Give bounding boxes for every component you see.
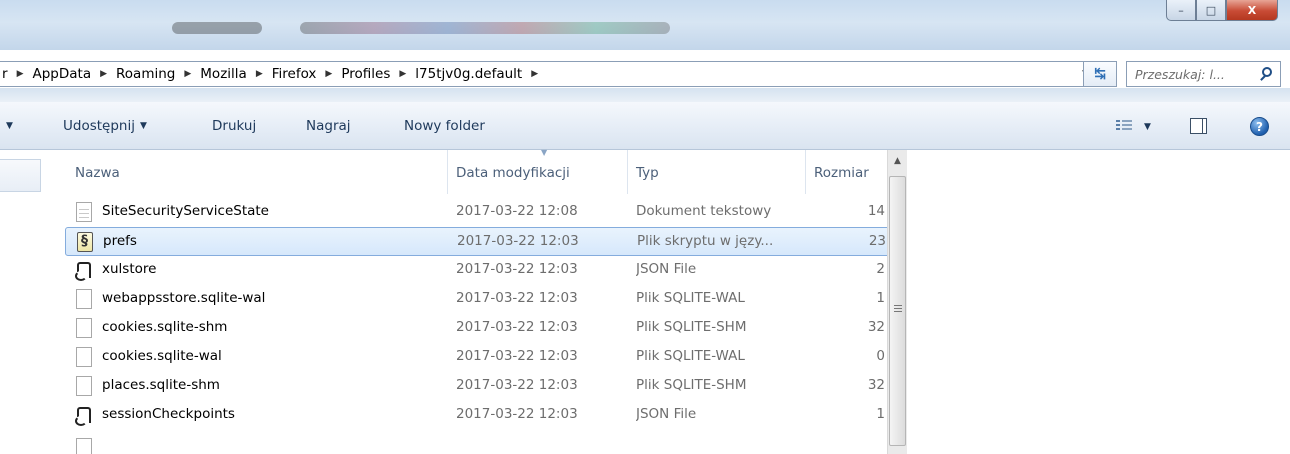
file-size: 23	[868, 233, 886, 249]
text-document-icon	[76, 202, 92, 222]
file-type: JSON File	[636, 406, 697, 422]
refresh-button[interactable]: ↹	[1083, 61, 1117, 87]
file-type: Plik skryptu w języ...	[637, 233, 774, 249]
window-controls: – □ X	[1166, 0, 1278, 22]
file-type: Plik SQLITE-SHM	[636, 377, 747, 393]
grip-icon	[894, 305, 902, 313]
breadcrumb-truncated[interactable]: r	[2, 66, 8, 82]
print-button[interactable]: Drukuj	[212, 118, 256, 134]
file-name: prefs	[103, 233, 137, 249]
preview-pane-icon[interactable]	[1190, 118, 1207, 134]
column-divider[interactable]	[805, 150, 806, 194]
glass-blur	[172, 22, 262, 34]
help-icon[interactable]: ?	[1250, 117, 1269, 136]
breadcrumb-roaming[interactable]: Roaming	[116, 66, 175, 82]
breadcrumb-separator-icon[interactable]: ▶	[184, 69, 191, 79]
share-button[interactable]: Udostępnij ▼	[63, 118, 147, 134]
command-bar: ▼ Udostępnij ▼ Drukuj Nagraj Nowy folder …	[0, 102, 1290, 150]
file-size: 1	[876, 290, 885, 306]
file-date: 2017-03-22 12:03	[456, 348, 578, 364]
organize-dropdown-icon[interactable]: ▼	[6, 121, 13, 131]
breadcrumb-firefox[interactable]: Firefox	[272, 66, 317, 82]
breadcrumb-separator-icon[interactable]: ▶	[325, 69, 332, 79]
navigation-strip	[0, 88, 1290, 102]
breadcrumb-appdata[interactable]: AppData	[32, 66, 91, 82]
breadcrumb-mozilla[interactable]: Mozilla	[200, 66, 247, 82]
file-size: 2	[876, 261, 885, 277]
blank-file-icon	[76, 376, 92, 396]
file-size: 0	[876, 348, 885, 364]
breadcrumb-profile-folder[interactable]: l75tjv0g.default	[415, 66, 522, 82]
breadcrumb-separator-icon[interactable]: ▶	[399, 69, 406, 79]
file-size: 1	[876, 406, 885, 422]
file-type: Plik SQLITE-SHM	[636, 319, 747, 335]
title-bar: – □ X	[0, 0, 1290, 50]
file-row[interactable]: cookies.sqlite-wal 2017-03-22 12:03 Plik…	[65, 343, 891, 372]
breadcrumb-separator-icon[interactable]: ▶	[531, 69, 538, 79]
file-size: 32	[867, 319, 885, 335]
file-date: 2017-03-22 12:03	[456, 290, 578, 306]
file-date: 2017-03-22 12:03	[456, 377, 578, 393]
file-type: Plik SQLITE-WAL	[636, 348, 745, 364]
share-label: Udostępnij	[63, 118, 135, 134]
file-date: 2017-03-22 12:08	[456, 203, 578, 219]
breadcrumb-separator-icon[interactable]: ▶	[100, 69, 107, 79]
file-type: Dokument tekstowy	[636, 203, 772, 219]
json-file-icon	[75, 262, 91, 281]
file-row-partial[interactable]	[65, 434, 891, 454]
file-row[interactable]: sessionCheckpoints 2017-03-22 12:03 JSON…	[65, 401, 891, 430]
file-type: Plik SQLITE-WAL	[636, 290, 745, 306]
script-file-icon	[77, 232, 93, 252]
view-options-icon[interactable]	[1116, 118, 1132, 132]
json-file-icon	[75, 407, 91, 426]
file-row[interactable]: SiteSecurityServiceState 2017-03-22 12:0…	[65, 198, 891, 227]
breadcrumb-separator-icon[interactable]: ▶	[17, 69, 24, 79]
scroll-up-arrow-icon[interactable]: ▲	[888, 152, 907, 170]
glass-blur	[300, 22, 670, 34]
file-name: cookies.sqlite-wal	[102, 348, 222, 364]
blank-file-icon	[76, 289, 92, 309]
maximize-button[interactable]: □	[1196, 0, 1226, 21]
new-folder-button[interactable]: Nowy folder	[404, 118, 485, 134]
refresh-icon: ↹	[1094, 66, 1106, 82]
file-row[interactable]: xulstore 2017-03-22 12:03 JSON File 2	[65, 256, 891, 285]
file-name: webappsstore.sqlite-wal	[102, 290, 266, 306]
blank-file-icon	[76, 347, 92, 367]
blank-file-icon	[76, 318, 92, 338]
chevron-down-icon[interactable]: ▼	[1144, 122, 1151, 132]
chevron-down-icon: ▼	[139, 121, 147, 131]
file-size: 32	[867, 377, 885, 393]
file-date: 2017-03-22 12:03	[457, 233, 579, 249]
sort-indicator-icon: ▼	[541, 148, 548, 157]
search-input[interactable]: Przeszukaj: l...	[1126, 61, 1281, 87]
file-name: SiteSecurityServiceState	[102, 203, 269, 219]
breadcrumb-profiles[interactable]: Profiles	[341, 66, 390, 82]
file-row[interactable]: cookies.sqlite-shm 2017-03-22 12:03 Plik…	[65, 314, 891, 343]
column-divider[interactable]	[627, 150, 628, 194]
file-name: places.sqlite-shm	[102, 377, 220, 393]
file-row[interactable]: places.sqlite-shm 2017-03-22 12:03 Plik …	[65, 372, 891, 401]
file-type: JSON File	[636, 261, 697, 277]
vertical-scrollbar[interactable]: ▲	[887, 150, 907, 454]
file-date: 2017-03-22 12:03	[456, 319, 578, 335]
address-bar[interactable]: r ▶ AppData ▶ Roaming ▶ Mozilla ▶ Firefo…	[0, 61, 1112, 87]
blank-file-icon	[76, 438, 92, 454]
file-name: cookies.sqlite-shm	[102, 319, 228, 335]
close-button[interactable]: X	[1226, 0, 1278, 21]
file-size: 14	[867, 203, 885, 219]
scrollbar-thumb[interactable]	[889, 176, 906, 446]
file-name: sessionCheckpoints	[102, 406, 235, 422]
file-row-selected[interactable]: prefs 2017-03-22 12:03 Plik skryptu w ję…	[65, 227, 891, 256]
column-divider[interactable]	[447, 150, 448, 194]
search-placeholder: Przeszukaj: l...	[1135, 66, 1225, 82]
navigation-pane-item[interactable]	[0, 159, 41, 192]
file-name: xulstore	[102, 261, 157, 277]
file-date: 2017-03-22 12:03	[456, 406, 578, 422]
file-row[interactable]: webappsstore.sqlite-wal 2017-03-22 12:03…	[65, 285, 891, 314]
burn-button[interactable]: Nagraj	[306, 118, 351, 134]
minimize-button[interactable]: –	[1166, 0, 1196, 21]
breadcrumb-separator-icon[interactable]: ▶	[256, 69, 263, 79]
search-icon[interactable]	[1258, 63, 1280, 85]
file-date: 2017-03-22 12:03	[456, 261, 578, 277]
